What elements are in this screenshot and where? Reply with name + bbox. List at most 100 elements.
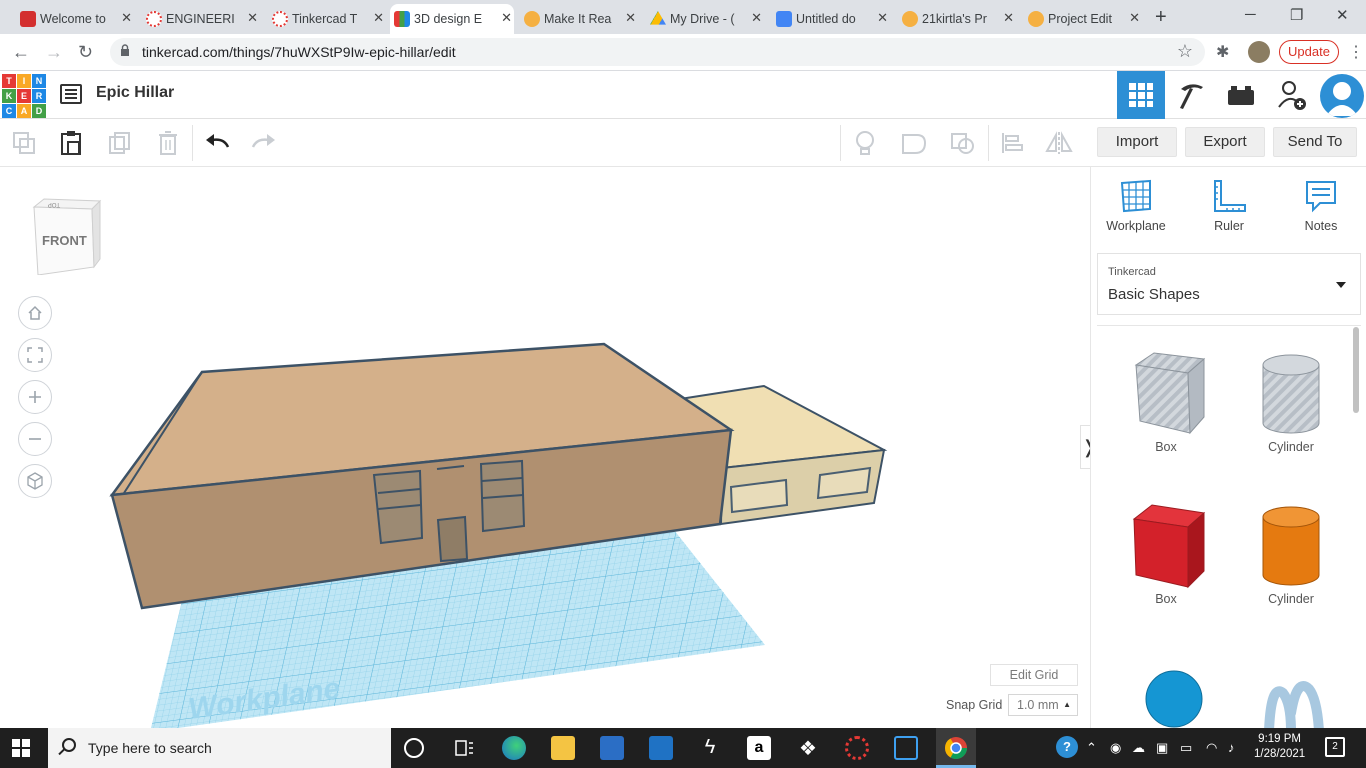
extensions-icon[interactable]: ✱ <box>1216 42 1229 62</box>
undo-icon[interactable] <box>203 129 231 157</box>
chrome-taskbar-button[interactable] <box>936 728 976 768</box>
redo-icon[interactable] <box>250 129 278 157</box>
shape-scribble[interactable] <box>1251 673 1341 728</box>
back-icon[interactable]: ← <box>12 42 30 63</box>
new-tab-button[interactable]: + <box>1155 6 1167 29</box>
camera-icon[interactable]: ◉ <box>1110 740 1121 756</box>
profile-avatar[interactable] <box>1248 41 1270 63</box>
browser-tab[interactable]: My Drive - ( ✕ <box>646 4 764 34</box>
shape-sphere[interactable] <box>1129 667 1219 728</box>
close-icon[interactable]: ✕ <box>877 10 888 26</box>
bookmark-star-icon[interactable]: ☆ <box>1177 41 1193 62</box>
mail-icon[interactable] <box>649 736 673 760</box>
minimize-icon[interactable]: ─ <box>1245 6 1256 23</box>
browser-tab[interactable]: Project Edit ✕ <box>1024 4 1142 34</box>
browser-tab[interactable]: Make It Rea ✕ <box>520 4 638 34</box>
close-icon[interactable]: ✕ <box>121 10 132 26</box>
bricks-button[interactable] <box>1217 71 1265 119</box>
shape-cylinder-hole[interactable]: Cylinder <box>1246 351 1336 454</box>
system-clock[interactable]: 9:19 PM 1/28/2021 <box>1254 732 1305 762</box>
file-explorer-icon[interactable] <box>551 736 575 760</box>
ungroup-icon[interactable] <box>949 129 977 157</box>
tray-expand-icon[interactable]: ⌃ <box>1086 740 1097 756</box>
view-cube[interactable]: TOP FRONT <box>30 197 102 276</box>
onedrive-icon[interactable]: ☁ <box>1132 740 1145 756</box>
close-icon[interactable]: ✕ <box>247 10 258 26</box>
notification-center-icon[interactable]: 2 <box>1325 737 1345 757</box>
snap-grid-select[interactable]: 1.0 mm ▲ <box>1008 694 1078 716</box>
url-field[interactable]: tinkercad.com/things/7huWXStP9Iw-epic-hi… <box>110 38 1205 66</box>
ruler-tool[interactable]: Ruler <box>1194 179 1264 233</box>
restore-icon[interactable]: ❐ <box>1290 6 1303 24</box>
reload-icon[interactable]: ↻ <box>78 42 93 63</box>
close-icon[interactable]: ✕ <box>751 10 762 26</box>
duplicate-icon[interactable] <box>106 129 134 157</box>
task-view-icon[interactable] <box>453 736 477 760</box>
copy-icon[interactable] <box>10 129 38 157</box>
browser-tab[interactable]: Untitled do ✕ <box>772 4 890 34</box>
delete-icon[interactable] <box>154 129 182 157</box>
help-icon[interactable]: ? <box>1056 736 1078 758</box>
mirror-icon[interactable] <box>1045 129 1073 157</box>
amazon-icon[interactable]: a <box>747 736 771 760</box>
user-avatar[interactable] <box>1320 74 1364 118</box>
cortana-icon[interactable] <box>404 738 424 758</box>
close-icon[interactable]: ✕ <box>625 10 636 26</box>
battery-icon[interactable]: ▭ <box>1180 740 1192 756</box>
browser-tab[interactable]: 21kirtla's Pr ✕ <box>898 4 1016 34</box>
align-icon[interactable] <box>998 129 1026 157</box>
chrome-menu-icon[interactable]: ⋮ <box>1348 42 1364 62</box>
wifi-icon[interactable]: ◠ <box>1206 740 1217 756</box>
app-window-icon[interactable] <box>894 736 918 760</box>
home-view-button[interactable] <box>18 296 52 330</box>
taskbar-search-field[interactable]: Type here to search <box>48 728 391 768</box>
browser-tab[interactable]: Tinkercad T ✕ <box>268 4 386 34</box>
paste-icon[interactable] <box>57 129 85 157</box>
forward-icon[interactable]: → <box>45 42 63 63</box>
plus-icon <box>29 391 41 403</box>
3d-view-button[interactable] <box>1117 71 1165 119</box>
send-to-button[interactable]: Send To <box>1273 127 1357 157</box>
export-button[interactable]: Export <box>1185 127 1265 157</box>
autodesk-icon[interactable] <box>845 736 869 760</box>
design-list-icon[interactable] <box>60 84 82 104</box>
security-icon[interactable]: ▣ <box>1156 740 1168 756</box>
edge-icon[interactable] <box>502 736 526 760</box>
shape-box-hole[interactable]: Box <box>1121 351 1211 454</box>
window-close-icon[interactable]: ✕ <box>1336 6 1349 24</box>
invite-user-button[interactable] <box>1268 71 1316 119</box>
volume-icon[interactable]: ♪ <box>1228 740 1235 755</box>
blocks-button[interactable] <box>1167 71 1215 119</box>
3d-workspace[interactable]: Workplane TOP FRONT Edit Grid Snap Grid … <box>0 167 1090 728</box>
close-icon[interactable]: ✕ <box>1129 10 1140 26</box>
browser-tab[interactable]: ENGINEERIN ✕ <box>142 4 260 34</box>
workplane-tool[interactable]: Workplane <box>1101 179 1171 233</box>
close-icon[interactable]: ✕ <box>1003 10 1014 26</box>
lightbulb-icon[interactable] <box>851 129 879 157</box>
fit-view-button[interactable] <box>18 338 52 372</box>
import-button[interactable]: Import <box>1097 127 1177 157</box>
close-icon[interactable]: ✕ <box>501 10 512 26</box>
shape-library-dropdown[interactable]: Tinkercad Basic Shapes <box>1097 253 1361 315</box>
edit-grid-button[interactable]: Edit Grid <box>990 664 1078 686</box>
update-button[interactable]: Update <box>1279 40 1339 64</box>
home-icon <box>28 305 42 320</box>
zoom-out-button[interactable] <box>18 422 52 456</box>
group-icon[interactable] <box>900 129 928 157</box>
zoom-in-button[interactable] <box>18 380 52 414</box>
browser-tab-active[interactable]: 3D design E ✕ <box>390 4 514 34</box>
browser-tab[interactable]: Welcome to ✕ <box>16 4 134 34</box>
notes-tool[interactable]: Notes <box>1286 179 1356 233</box>
shapes-scrollbar[interactable] <box>1353 327 1359 413</box>
power-automate-icon[interactable]: ϟ <box>698 736 722 760</box>
windows-start-icon[interactable] <box>12 739 30 757</box>
tinkercad-logo[interactable]: T I N K E R C A D <box>2 74 46 118</box>
perspective-toggle-button[interactable] <box>18 464 52 498</box>
dropbox-icon[interactable]: ❖ <box>796 736 820 760</box>
close-icon[interactable]: ✕ <box>373 10 384 26</box>
shape-cylinder[interactable]: Cylinder <box>1246 503 1336 606</box>
panel-collapse-button[interactable]: ❭ <box>1080 425 1090 469</box>
design-title[interactable]: Epic Hillar <box>96 84 174 102</box>
shape-box[interactable]: Box <box>1121 503 1211 606</box>
store-icon[interactable] <box>600 736 624 760</box>
